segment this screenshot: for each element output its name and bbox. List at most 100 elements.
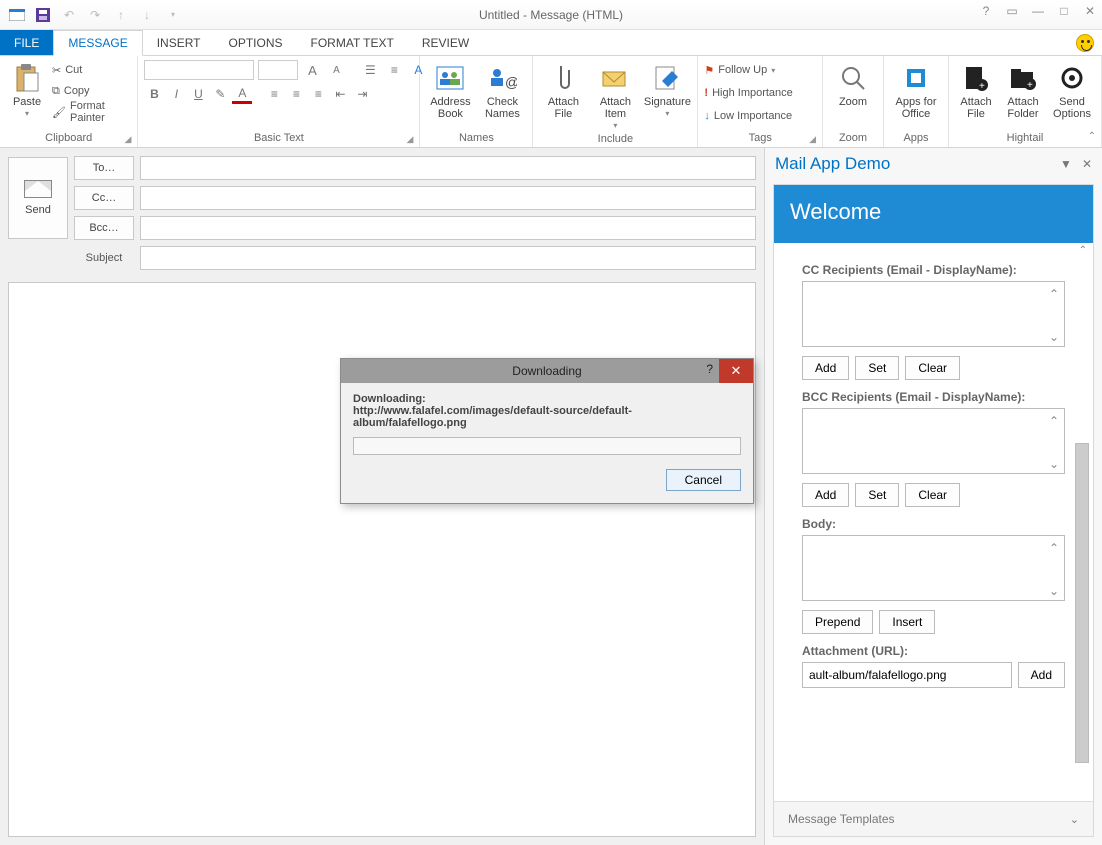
shrink-font-icon[interactable]: A [326,60,346,80]
address-book-button[interactable]: Address Book [426,60,474,120]
tab-review[interactable]: REVIEW [408,30,483,55]
send-button[interactable]: Send [8,157,68,239]
bcc-field[interactable] [140,216,756,240]
help-icon[interactable]: ? [978,4,994,18]
spin-down-icon[interactable]: ⌄ [1047,457,1061,471]
attachment-add-button[interactable]: Add [1018,662,1065,688]
spin-up-icon[interactable]: ⌃ [1047,541,1061,555]
dialog-launcher-icon[interactable]: ◢ [406,134,413,145]
spin-down-icon[interactable]: ⌄ [1047,330,1061,344]
underline-button[interactable]: U [188,84,208,104]
dialog-launcher-icon[interactable]: ◢ [124,134,131,145]
cc-add-button[interactable]: Add [802,356,849,380]
undo-icon[interactable]: ↶ [58,4,80,26]
tab-options[interactable]: OPTIONS [215,30,297,55]
pane-menu-icon[interactable]: ▼ [1060,157,1072,171]
ribbon-display-icon[interactable]: ▭ [1004,4,1020,18]
spin-down-icon[interactable]: ⌄ [1047,584,1061,598]
align-right-icon[interactable]: ≡ [308,84,328,104]
copy-icon: ⧉ [52,85,60,98]
signature-button[interactable]: Signature▾ [643,60,691,119]
spin-up-icon[interactable]: ⌃ [1047,287,1061,301]
redo-icon[interactable]: ↷ [84,4,106,26]
attachment-url-input[interactable] [802,662,1012,688]
bcc-textarea[interactable] [802,408,1065,474]
save-icon[interactable] [32,4,54,26]
apps-for-office-button[interactable]: Apps for Office [890,60,942,120]
tab-file[interactable]: FILE [0,30,53,55]
bcc-add-button[interactable]: Add [802,483,849,507]
cc-field[interactable] [140,186,756,210]
paste-icon [11,62,43,94]
numbering-icon[interactable]: ≡ [384,60,404,80]
highlight-icon[interactable]: ✎ [210,84,230,104]
bcc-set-button[interactable]: Set [855,483,899,507]
font-color-icon[interactable]: A [232,84,252,104]
pane-scrollbar[interactable]: ⌃ [1073,243,1091,801]
format-painter-button[interactable]: 🖌Format Painter [52,102,131,122]
envelope-icon [24,180,52,198]
hightail-attach-file-button[interactable]: +Attach File [955,60,997,120]
hightail-send-options-button[interactable]: Send Options [1049,60,1095,120]
low-importance-button[interactable]: ↓Low Importance [704,106,792,126]
svg-text:+: + [979,81,985,91]
exclamation-icon: ! [704,87,708,99]
check-names-button[interactable]: @Check Names [478,60,526,120]
hightail-attach-folder-button[interactable]: +Attach Folder [1001,60,1045,120]
flag-icon: ⚑ [704,64,714,77]
to-button[interactable]: To… [74,156,134,180]
down-icon[interactable]: ↓ [136,4,158,26]
high-importance-button[interactable]: !High Importance [704,83,792,103]
font-size-select[interactable] [258,60,298,80]
bcc-button[interactable]: Bcc… [74,216,134,240]
group-label: Tags [749,132,772,144]
align-center-icon[interactable]: ≡ [286,84,306,104]
align-left-icon[interactable]: ≡ [264,84,284,104]
cc-set-button[interactable]: Set [855,356,899,380]
tab-format-text[interactable]: FORMAT TEXT [297,30,408,55]
cc-clear-button[interactable]: Clear [905,356,960,380]
zoom-button[interactable]: Zoom [829,60,877,108]
tab-insert[interactable]: INSERT [143,30,215,55]
cc-textarea[interactable] [802,281,1065,347]
attach-item-button[interactable]: Attach Item▾ [591,60,639,131]
bcc-clear-button[interactable]: Clear [905,483,960,507]
cancel-button[interactable]: Cancel [666,469,741,491]
feedback-smiley-icon[interactable] [1076,34,1094,52]
grow-font-icon[interactable]: A [302,60,322,80]
scroll-up-icon[interactable]: ⌃ [1079,245,1087,256]
follow-up-button[interactable]: ⚑Follow Up▾ [704,60,792,80]
pane-close-icon[interactable]: ✕ [1082,157,1092,171]
message-templates-accordion[interactable]: Message Templates ⌄ [774,801,1093,836]
close-icon[interactable]: ✕ [1082,4,1098,18]
tab-message[interactable]: MESSAGE [53,30,142,56]
dialog-launcher-icon[interactable]: ◢ [809,134,816,145]
scrollbar-thumb[interactable] [1075,443,1089,763]
spin-up-icon[interactable]: ⌃ [1047,414,1061,428]
dialog-help-icon[interactable]: ? [706,362,713,376]
decrease-indent-icon[interactable]: ⇤ [330,84,350,104]
body-prepend-button[interactable]: Prepend [802,610,873,634]
minimize-icon[interactable]: — [1030,4,1046,18]
font-family-select[interactable] [144,60,254,80]
up-icon[interactable]: ↑ [110,4,132,26]
downloading-dialog: Downloading ? ✕ Downloading: http://www.… [340,358,754,504]
paste-button[interactable]: Paste ▾ [6,60,48,119]
gear-icon [1056,62,1088,94]
to-field[interactable] [140,156,756,180]
qat-customize-icon[interactable]: ▾ [162,4,184,26]
dialog-close-button[interactable]: ✕ [719,359,753,383]
italic-button[interactable]: I [166,84,186,104]
bold-button[interactable]: B [144,84,164,104]
subject-field[interactable] [140,246,756,270]
collapse-ribbon-icon[interactable]: ⌃ [1088,131,1096,142]
cc-button[interactable]: Cc… [74,186,134,210]
cut-button[interactable]: ✂Cut [52,60,131,80]
attach-file-button[interactable]: Attach File [539,60,587,120]
body-insert-button[interactable]: Insert [879,610,935,634]
copy-button[interactable]: ⧉Copy [52,81,131,101]
body-textarea[interactable] [802,535,1065,601]
bullets-icon[interactable]: ☰ [360,60,380,80]
increase-indent-icon[interactable]: ⇥ [352,84,372,104]
maximize-icon[interactable]: □ [1056,4,1072,18]
